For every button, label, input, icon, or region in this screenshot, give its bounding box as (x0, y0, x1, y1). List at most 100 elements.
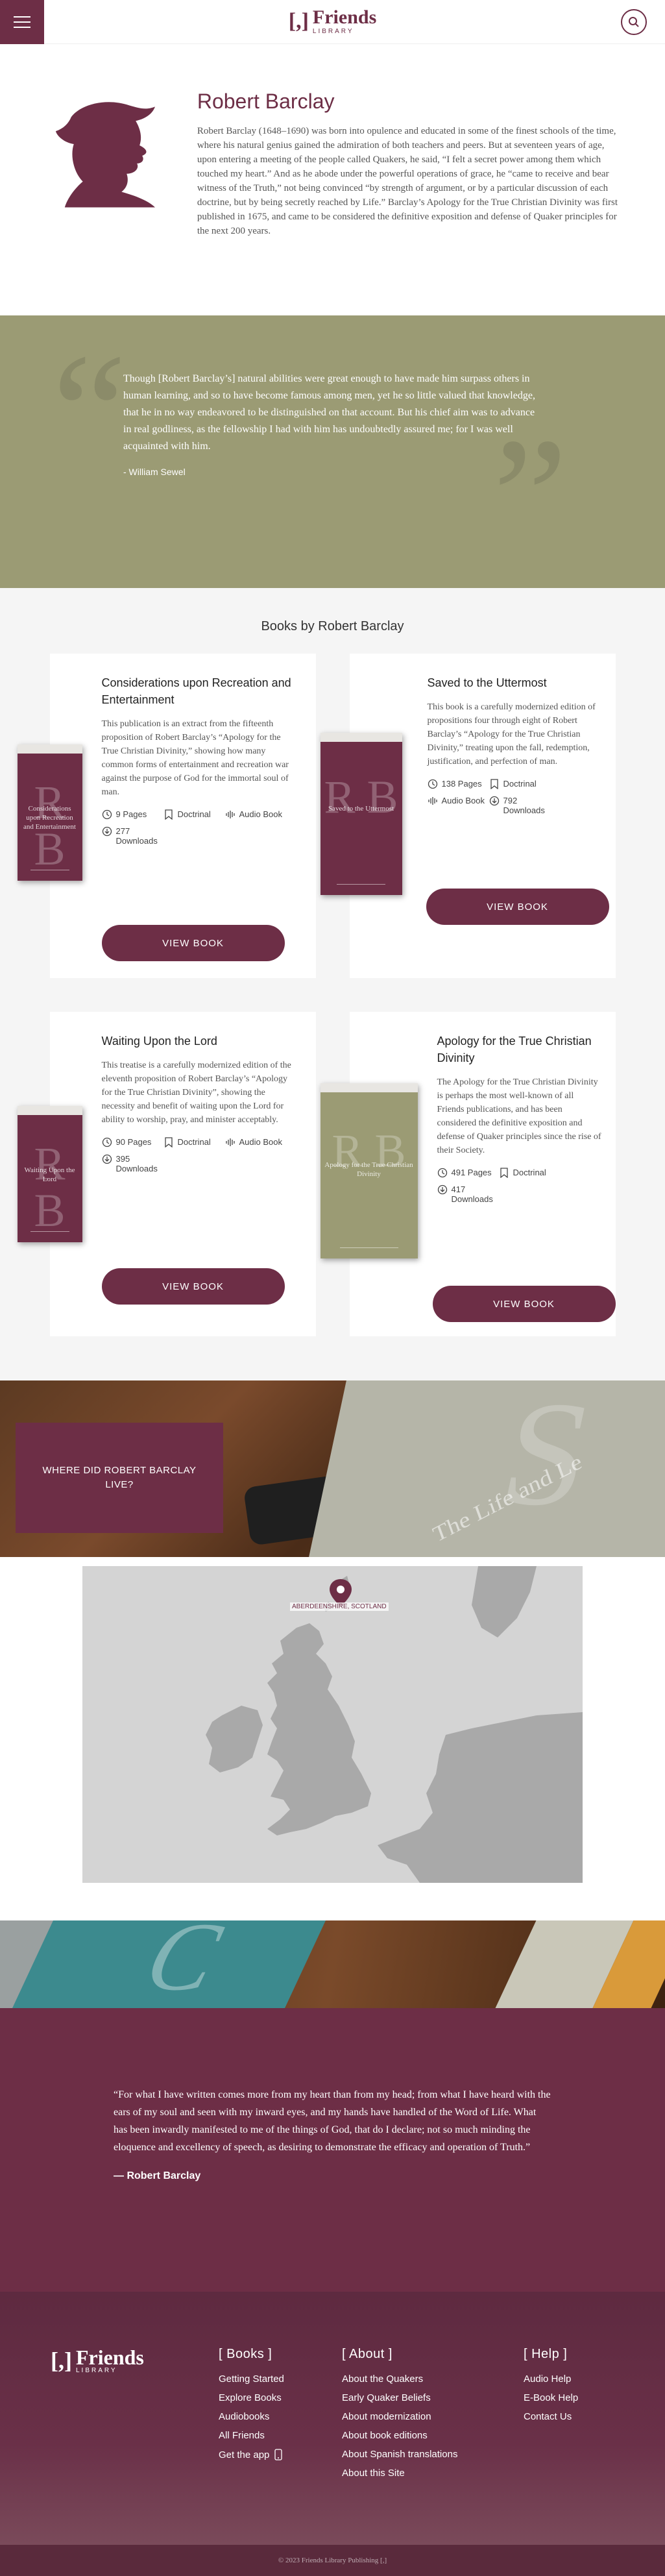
book-title[interactable]: Considerations upon Recreation and Enter… (102, 674, 296, 708)
audio-badge: Audio Book (225, 809, 287, 820)
book-description: The Apology for the True Christian Divin… (437, 1077, 601, 1155)
footer-link[interactable]: Audiobooks (219, 2411, 284, 2422)
book-description: This book is a carefully modernized edit… (427, 702, 596, 767)
map-graphic (82, 1566, 583, 1883)
footer-link[interactable]: E-Book Help (524, 2392, 578, 2403)
audio-badge: Audio Book (225, 1137, 287, 1147)
footer-help-column: [ Help ] Audio Help E-Book Help Contact … (524, 2347, 578, 2430)
view-book-button[interactable]: VIEW BOOK (101, 925, 285, 961)
pages-count: 90 Pages (102, 1137, 163, 1147)
menu-button[interactable] (0, 0, 44, 44)
audio-icon (428, 797, 437, 805)
cover-monogram: R B (34, 1137, 66, 1236)
book-photo: C (0, 1920, 326, 2008)
phone-icon (274, 2449, 283, 2460)
testimony-attribution: - William Sewel (123, 467, 186, 477)
quote-attribution: — Robert Barclay (114, 2170, 201, 2181)
book-title[interactable]: Saved to the Uttermost (428, 674, 604, 691)
book-tag: Doctrinal (489, 779, 551, 789)
footer-link[interactable]: About Spanish translations (342, 2449, 457, 2460)
bookmark-icon (490, 779, 498, 789)
search-button[interactable] (621, 9, 647, 35)
downloads-count: 792 Downloads (489, 796, 551, 815)
audio-badge: Audio Book (428, 796, 489, 815)
book-cover[interactable]: R B Considerations upon Recreation and E… (17, 744, 82, 881)
site-logo[interactable]: [,] Friends LIBRARY (289, 8, 377, 35)
download-icon (102, 826, 112, 837)
view-book-button[interactable]: VIEW BOOK (426, 889, 609, 925)
where-heading: WHERE DID ROBERT BARCLAY LIVE? (16, 1423, 223, 1533)
footer-about-column: [ About ] About the Quakers Early Quaker… (342, 2347, 457, 2486)
map-section: ABERDEENSHIRE, SCOTLAND (0, 1557, 665, 1920)
menu-icon-bar (14, 21, 30, 23)
downloads-count: 417 Downloads (437, 1184, 499, 1204)
books-photo-banner: C (0, 1920, 665, 2008)
logo-bracket: [,] (51, 2348, 72, 2374)
footer-books-heading: [ Books ] (219, 2347, 272, 2361)
pages-icon (428, 779, 437, 789)
books-heading: Books by Robert Barclay (261, 619, 404, 633)
book-title[interactable]: Apology for the True Christian Divinity (437, 1033, 603, 1066)
footer-link[interactable]: Contact Us (524, 2411, 578, 2422)
author-bio-text: Robert Barclay (1648–1690) was born into… (197, 126, 618, 236)
where-banner: S The Life and Le WHERE DID ROBERT BARCL… (0, 1380, 665, 1557)
book-tag: Doctrinal (163, 1137, 225, 1147)
view-book-button[interactable]: VIEW BOOK (432, 1286, 616, 1322)
top-navigation: [,] Friends LIBRARY (0, 0, 665, 44)
logo-sub: LIBRARY (75, 2367, 117, 2374)
cover-title: Waiting Upon the Lord (24, 1166, 75, 1184)
footer-about-heading: [ About ] (342, 2347, 393, 2361)
location-map[interactable]: ABERDEENSHIRE, SCOTLAND (82, 1566, 583, 1883)
footer-link[interactable]: About the Quakers (342, 2374, 457, 2385)
pages-count: 9 Pages (102, 809, 163, 820)
book-tag: Doctrinal (163, 809, 225, 820)
book-meta: 90 Pages Doctrinal Audio Book 395 Downlo… (102, 1137, 296, 1180)
footer-link[interactable]: All Friends (219, 2430, 284, 2441)
book-photo: S The Life and Le (309, 1380, 665, 1557)
footer-link[interactable]: About book editions (342, 2430, 457, 2441)
logo-word: Friends (312, 6, 377, 28)
downloads-count: 277 Downloads (102, 826, 163, 846)
download-icon (437, 1184, 447, 1195)
book-cover[interactable]: R B Waiting Upon the Lord (17, 1106, 82, 1242)
menu-icon-bar (14, 16, 30, 18)
logo-word: Friends (75, 2346, 144, 2369)
quote-text: “For what I have written comes more from… (114, 2089, 551, 2153)
cover-title: Apology for the True Christian Divinity (324, 1160, 413, 1178)
cover-title: Considerations upon Recreation and Enter… (23, 805, 76, 831)
footer-books-column: [ Books ] Getting Started Explore Books … (219, 2347, 284, 2468)
pages-count: 491 Pages (437, 1168, 499, 1178)
footer-link[interactable]: About this Site (342, 2468, 457, 2479)
book-meta: 138 Pages Doctrinal Audio Book 792 Downl… (428, 779, 604, 822)
pages-icon (102, 809, 112, 820)
book-tag: Doctrinal (499, 1168, 561, 1178)
footer-link[interactable]: About modernization (342, 2411, 457, 2422)
site-footer: [,] Friends LIBRARY [ Books ] Getting St… (0, 2292, 665, 2545)
testimony-block: “ ” Though [Robert Barclay’s] natural ab… (0, 315, 665, 588)
book-title[interactable]: Waiting Upon the Lord (102, 1033, 296, 1049)
footer-link-get-app[interactable]: Get the app (219, 2449, 284, 2460)
footer-link[interactable]: Explore Books (219, 2392, 284, 2403)
view-book-button[interactable]: VIEW BOOK (101, 1268, 285, 1305)
author-quote: “For what I have written comes more from… (0, 2008, 665, 2292)
search-icon (629, 17, 639, 27)
books-section: Books by Robert Barclay R B Consideratio… (0, 588, 665, 1380)
copyright: © 2023 Friends Library Publishing [,] (0, 2545, 665, 2576)
logo-bracket: [,] (288, 9, 309, 33)
book-description: This publication is an extract from the … (101, 719, 289, 797)
book-card: R B Waiting Upon the Lord Waiting Upon t… (17, 1012, 316, 1336)
footer-link[interactable]: Getting Started (219, 2374, 284, 2385)
pages-icon (102, 1137, 112, 1147)
book-cover[interactable]: R B Saved to the Uttermost (320, 733, 402, 895)
footer-logo[interactable]: [,] Friends LIBRARY (51, 2347, 144, 2374)
author-silhouette-icon (55, 102, 156, 208)
footer-link[interactable]: Early Quaker Beliefs (342, 2392, 457, 2403)
footer-link[interactable]: Audio Help (524, 2374, 578, 2385)
footer-help-heading: [ Help ] (524, 2347, 568, 2361)
download-icon (102, 1154, 112, 1164)
book-meta: 491 Pages Doctrinal 417 Downloads (437, 1168, 603, 1210)
bookmark-icon (500, 1168, 508, 1178)
book-card: R B Considerations upon Recreation and E… (17, 654, 316, 978)
book-cover[interactable]: R B Apology for the True Christian Divin… (320, 1083, 418, 1258)
book-card: R B Apology for the True Christian Divin… (320, 1012, 616, 1336)
